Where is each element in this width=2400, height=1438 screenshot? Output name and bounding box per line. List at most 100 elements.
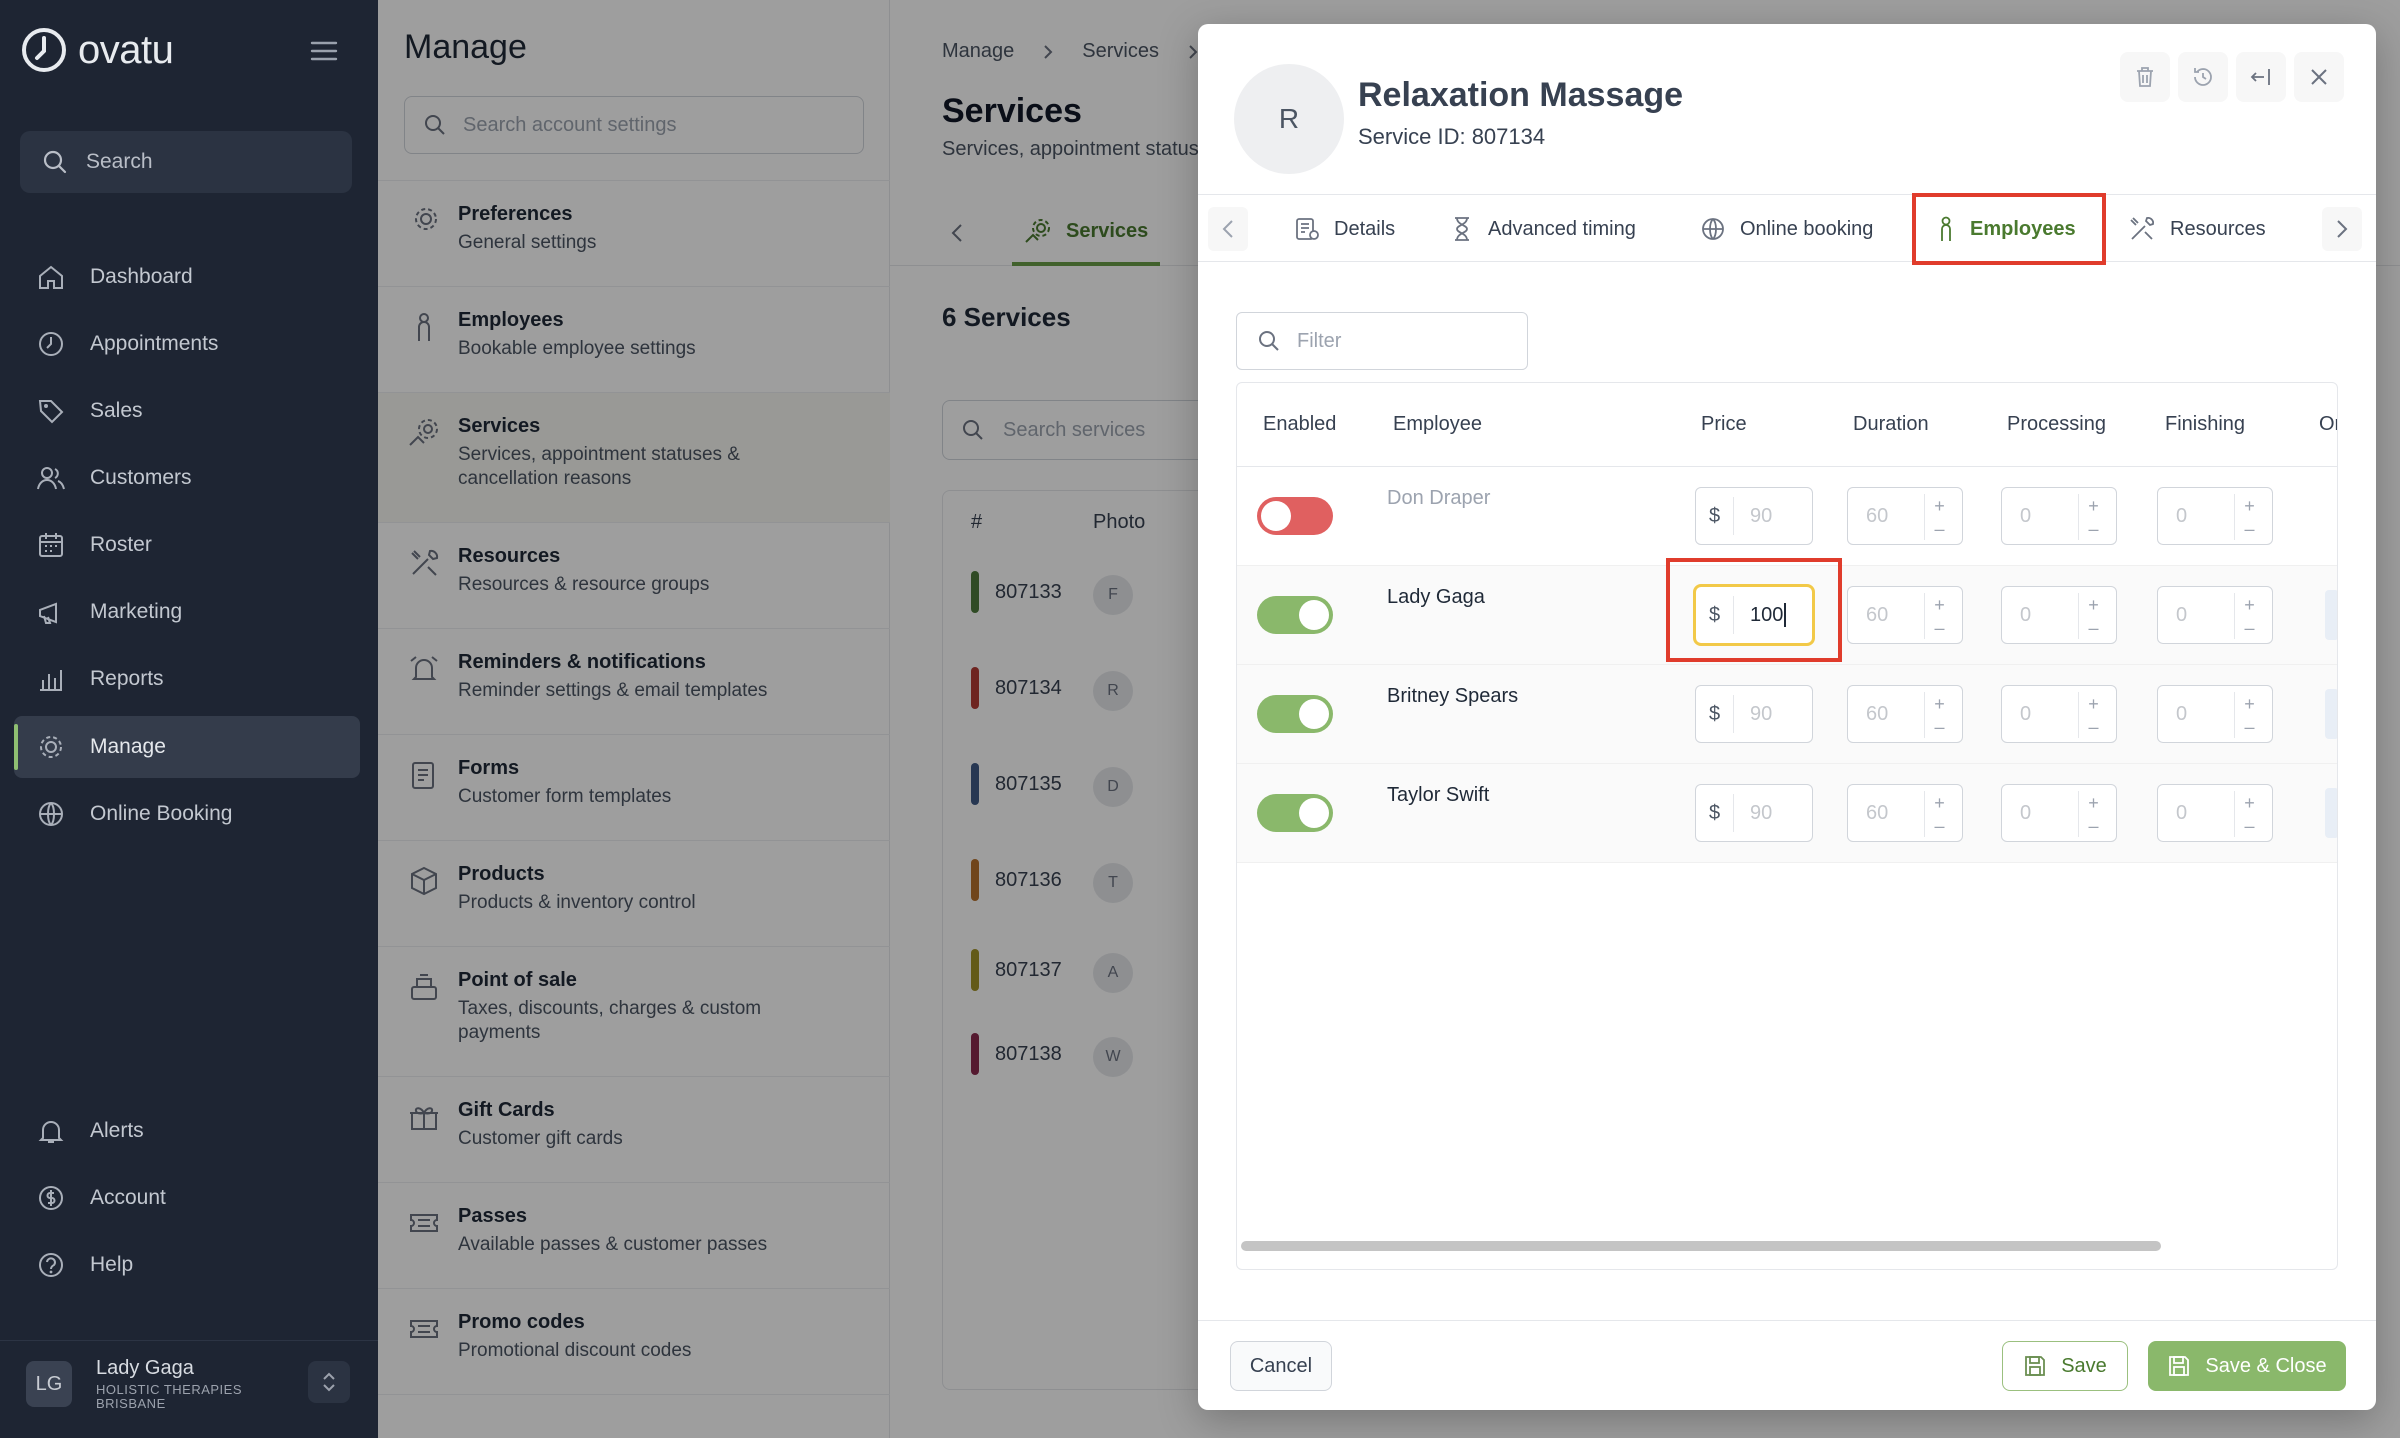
minus-icon[interactable]: – <box>2088 718 2098 736</box>
sidebar-item-label: Online Booking <box>90 802 233 825</box>
delete-button[interactable] <box>2120 52 2170 102</box>
tab-employees[interactable]: Employees <box>1912 193 2106 265</box>
stepper-buttons[interactable]: + – <box>2078 791 2108 837</box>
processing-stepper[interactable]: 0 + – <box>2001 685 2117 743</box>
price-input[interactable]: $ 90 <box>1695 487 1813 545</box>
processing-stepper[interactable]: 0 + – <box>2001 487 2117 545</box>
plus-icon[interactable]: + <box>1934 497 1945 515</box>
logo[interactable]: ovatu <box>20 26 174 74</box>
price-input[interactable]: $ 90 <box>1695 784 1813 842</box>
finishing-stepper[interactable]: 0 + – <box>2157 784 2273 842</box>
sidebar-item-reports[interactable]: Reports <box>14 648 360 710</box>
sidebar-item-marketing[interactable]: Marketing <box>14 581 360 643</box>
sidebar-item-appointments[interactable]: Appointments <box>14 313 360 375</box>
plus-icon[interactable]: + <box>2244 596 2255 614</box>
plus-icon[interactable]: + <box>2244 695 2255 713</box>
tab-resources[interactable]: Resources <box>2128 195 2266 263</box>
minus-icon[interactable]: – <box>2244 817 2254 835</box>
column-header-price: Price <box>1701 413 1747 435</box>
minus-icon[interactable]: – <box>2244 718 2254 736</box>
stepper-buttons[interactable]: + – <box>1924 494 1954 540</box>
minus-icon[interactable]: – <box>1934 619 1944 637</box>
stepper-buttons[interactable]: + – <box>2078 494 2108 540</box>
sidebar-item-roster[interactable]: Roster <box>14 514 360 576</box>
horizontal-scrollbar[interactable] <box>1241 1241 2161 1251</box>
plus-icon[interactable]: + <box>2088 794 2099 812</box>
processing-stepper[interactable]: 0 + – <box>2001 586 2117 644</box>
service-avatar: R <box>1234 64 1344 174</box>
duration-stepper[interactable]: 60 + – <box>1847 685 1963 743</box>
minus-icon[interactable]: – <box>1934 520 1944 538</box>
sidebar-search-label: Search <box>86 150 153 173</box>
minus-icon[interactable]: – <box>2244 619 2254 637</box>
plus-icon[interactable]: + <box>2088 695 2099 713</box>
minus-icon[interactable]: – <box>1934 817 1944 835</box>
stepper-buttons[interactable]: + – <box>2078 593 2108 639</box>
tab-online-booking[interactable]: Online booking <box>1700 195 1873 263</box>
sidebar-item-dashboard[interactable]: Dashboard <box>14 246 360 308</box>
user-menu-toggle[interactable] <box>308 1361 350 1403</box>
stepper-buttons[interactable]: + – <box>2234 494 2264 540</box>
enabled-toggle[interactable] <box>1257 596 1333 634</box>
sidebar-item-account[interactable]: Account <box>14 1167 360 1229</box>
duration-stepper[interactable]: 60 + – <box>1847 784 1963 842</box>
plus-icon[interactable]: + <box>2244 497 2255 515</box>
sidebar-item-online-booking[interactable]: Online Booking <box>14 783 360 845</box>
tag-icon <box>38 400 64 424</box>
plus-icon[interactable]: + <box>2244 794 2255 812</box>
enabled-toggle[interactable] <box>1257 794 1333 832</box>
sidebar-item-customers[interactable]: Customers <box>14 447 360 509</box>
collapse-panel-button[interactable] <box>2236 52 2286 102</box>
table-row: Britney Spears $ 90 60 + – 0 + – 0 + – <box>1237 665 2337 764</box>
finishing-stepper[interactable]: 0 + – <box>2157 586 2273 644</box>
duration-stepper[interactable]: 60 + – <box>1847 586 1963 644</box>
menu-icon[interactable] <box>310 40 338 62</box>
plus-icon[interactable]: + <box>1934 695 1945 713</box>
sidebar-item-label: Account <box>90 1186 166 1209</box>
finishing-stepper[interactable]: 0 + – <box>2157 487 2273 545</box>
globe-icon <box>1702 218 1724 240</box>
processing-stepper[interactable]: 0 + – <box>2001 784 2117 842</box>
minus-icon[interactable]: – <box>1934 718 1944 736</box>
save-and-close-button[interactable]: Save & Close <box>2148 1341 2346 1391</box>
sidebar: ovatu Search Dashboard Appointments Sale… <box>0 0 378 1438</box>
sidebar-item-sales[interactable]: Sales <box>14 380 360 442</box>
tabs-scroll-left-button[interactable] <box>1208 207 1248 251</box>
tabs-scroll-right-button[interactable] <box>2322 207 2362 251</box>
stepper-buttons[interactable]: + – <box>1924 593 1954 639</box>
close-button[interactable] <box>2294 52 2344 102</box>
price-input[interactable]: $ 90 <box>1695 685 1813 743</box>
stepper-buttons[interactable]: + – <box>2234 593 2264 639</box>
cancel-button[interactable]: Cancel <box>1230 1341 1332 1391</box>
stepper-buttons[interactable]: + – <box>1924 791 1954 837</box>
duration-value: 60 <box>1866 802 1889 824</box>
tab-advanced-timing[interactable]: Advanced timing <box>1450 195 1636 263</box>
enabled-toggle[interactable] <box>1257 497 1333 535</box>
stepper-buttons[interactable]: + – <box>2234 692 2264 738</box>
sidebar-item-help[interactable]: Help <box>14 1234 360 1296</box>
tab-label: Resources <box>2170 217 2266 240</box>
tab-details[interactable]: Details <box>1294 195 1395 263</box>
duration-stepper[interactable]: 60 + – <box>1847 487 1963 545</box>
sidebar-search[interactable]: Search <box>20 131 352 193</box>
plus-icon[interactable]: + <box>2088 596 2099 614</box>
minus-icon[interactable]: – <box>2244 520 2254 538</box>
plus-icon[interactable]: + <box>1934 794 1945 812</box>
minus-icon[interactable]: – <box>2088 619 2098 637</box>
enabled-toggle[interactable] <box>1257 695 1333 733</box>
user-profile[interactable]: LG Lady Gaga HOLISTIC THERAPIES BRISBANE <box>0 1340 378 1438</box>
plus-icon[interactable]: + <box>1934 596 1945 614</box>
history-button[interactable] <box>2178 52 2228 102</box>
sidebar-item-alerts[interactable]: Alerts <box>14 1100 360 1162</box>
save-button[interactable]: Save <box>2002 1341 2128 1391</box>
stepper-buttons[interactable]: + – <box>2078 692 2108 738</box>
finishing-stepper[interactable]: 0 + – <box>2157 685 2273 743</box>
filter-input[interactable]: Filter <box>1236 312 1528 370</box>
sidebar-item-manage[interactable]: Manage <box>14 716 360 778</box>
processing-value: 0 <box>2020 703 2032 725</box>
stepper-buttons[interactable]: + – <box>1924 692 1954 738</box>
minus-icon[interactable]: – <box>2088 817 2098 835</box>
minus-icon[interactable]: – <box>2088 520 2098 538</box>
plus-icon[interactable]: + <box>2088 497 2099 515</box>
stepper-buttons[interactable]: + – <box>2234 791 2264 837</box>
